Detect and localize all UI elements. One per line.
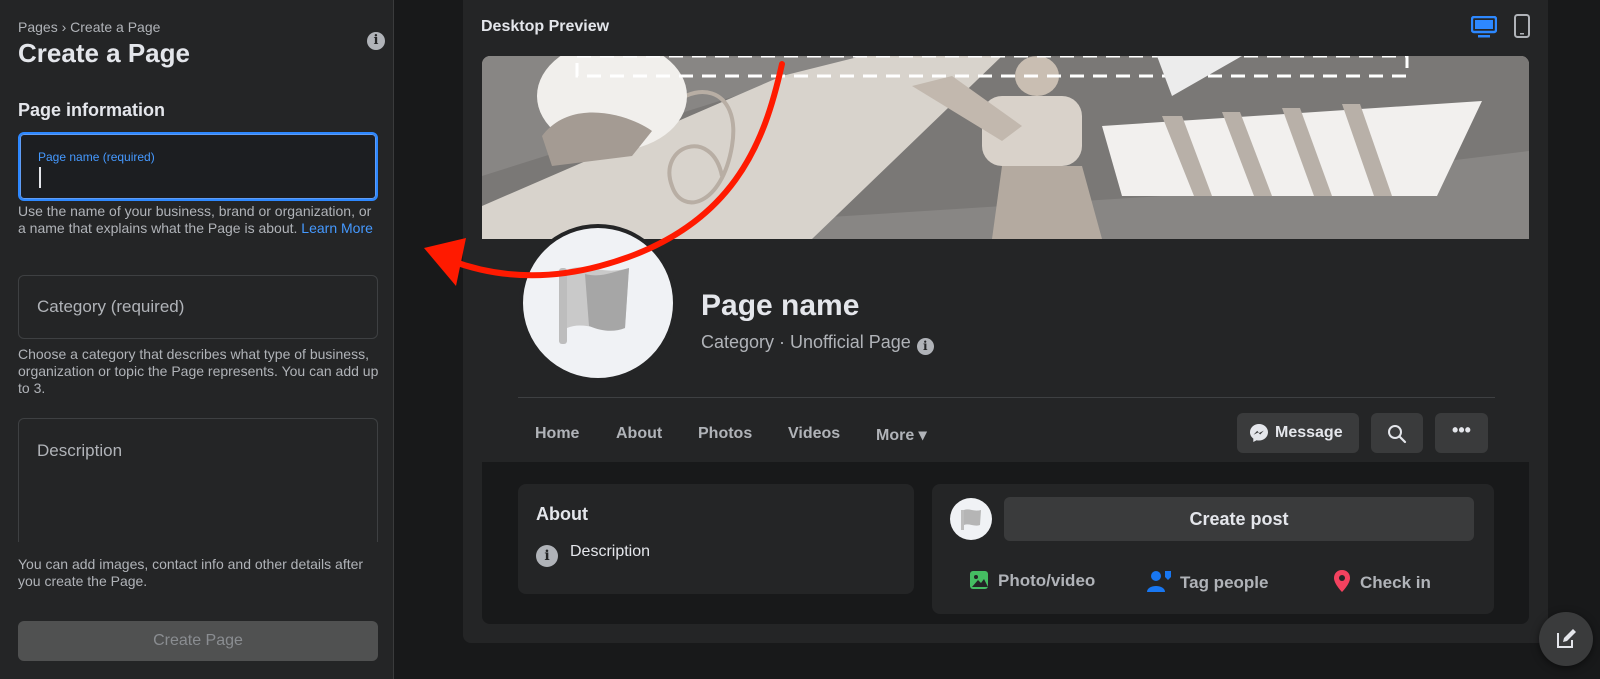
tab-home[interactable]: Home	[535, 425, 579, 443]
page-name-input[interactable]: Page name (required)	[18, 132, 378, 201]
tab-more[interactable]: More ▾	[876, 425, 927, 445]
photo-video-label: Photo/video	[998, 571, 1096, 590]
message-label: Message	[1275, 424, 1343, 441]
section-heading: Page information	[18, 100, 166, 120]
preview-container: Desktop Preview Page name Category · Uno…	[463, 0, 1548, 643]
category-help: Choose a category that describes what ty…	[18, 346, 379, 396]
preview-page-name: Page name	[701, 289, 860, 322]
check-in-label: Check in	[1360, 573, 1431, 592]
page-name-label: Page name (required)	[38, 150, 155, 164]
category-placeholder: Category (required)	[37, 297, 185, 316]
tag-people-button[interactable]: Tag people	[1146, 569, 1268, 593]
page-preview: Page name Category · Unofficial Page i Ho…	[482, 56, 1529, 624]
info-icon[interactable]: i	[916, 338, 934, 355]
about-heading: About	[536, 504, 588, 524]
messenger-icon	[1250, 424, 1268, 442]
desktop-icon[interactable]	[1471, 16, 1497, 38]
preview-category-line: Category · Unofficial Page i	[701, 332, 934, 355]
avatar	[950, 498, 992, 540]
compose-icon	[1557, 629, 1576, 648]
info-icon: i	[536, 545, 558, 567]
flag-icon	[961, 509, 981, 530]
create-post-card: Create post Photo/video Tag people Check…	[932, 484, 1494, 614]
message-button[interactable]: Message	[1237, 413, 1359, 453]
tab-videos[interactable]: Videos	[788, 425, 840, 443]
mobile-icon[interactable]	[1513, 14, 1531, 38]
more-options-button[interactable]: •••	[1435, 413, 1488, 453]
tag-people-icon	[1147, 571, 1171, 592]
category-input[interactable]: Category (required)	[18, 275, 378, 339]
about-description-row: i Description	[536, 543, 650, 567]
cover-photo	[482, 56, 1529, 239]
info-icon[interactable]: i	[367, 32, 385, 50]
page-name-help: Use the name of your business, brand or …	[18, 203, 380, 237]
page-title: Create a Page	[18, 38, 190, 68]
about-description: Description	[570, 543, 651, 560]
breadcrumb[interactable]: Pages › Create a Page	[18, 19, 160, 35]
header-divider	[518, 397, 1495, 398]
compose-button[interactable]	[1539, 612, 1593, 666]
create-page-button[interactable]: Create Page	[18, 621, 378, 661]
description-placeholder: Description	[37, 441, 123, 460]
flag-icon	[559, 267, 629, 344]
create-post-button[interactable]: Create post	[1004, 497, 1474, 541]
learn-more-link[interactable]: Learn More	[301, 220, 373, 236]
tab-about[interactable]: About	[616, 425, 662, 443]
description-input[interactable]: Description	[18, 418, 378, 542]
search-icon	[1388, 425, 1407, 444]
create-page-panel: Pages › Create a Page Create a Page i Pa…	[0, 0, 394, 679]
about-card: About i Description	[518, 484, 914, 594]
profile-picture	[519, 224, 677, 382]
photo-icon	[970, 571, 988, 589]
text-caret	[39, 167, 41, 188]
search-button[interactable]	[1371, 413, 1423, 453]
footer-note: You can add images, contact info and oth…	[18, 556, 364, 589]
tab-photos[interactable]: Photos	[698, 425, 752, 443]
category-text: Category · Unofficial Page	[701, 332, 911, 352]
photo-video-button[interactable]: Photo/video	[968, 569, 1095, 591]
check-in-button[interactable]: Check in	[1332, 569, 1431, 593]
ellipsis-icon: •••	[1452, 420, 1471, 440]
tag-people-label: Tag people	[1180, 573, 1269, 592]
preview-title: Desktop Preview	[481, 18, 610, 35]
location-pin-icon	[1334, 570, 1350, 592]
